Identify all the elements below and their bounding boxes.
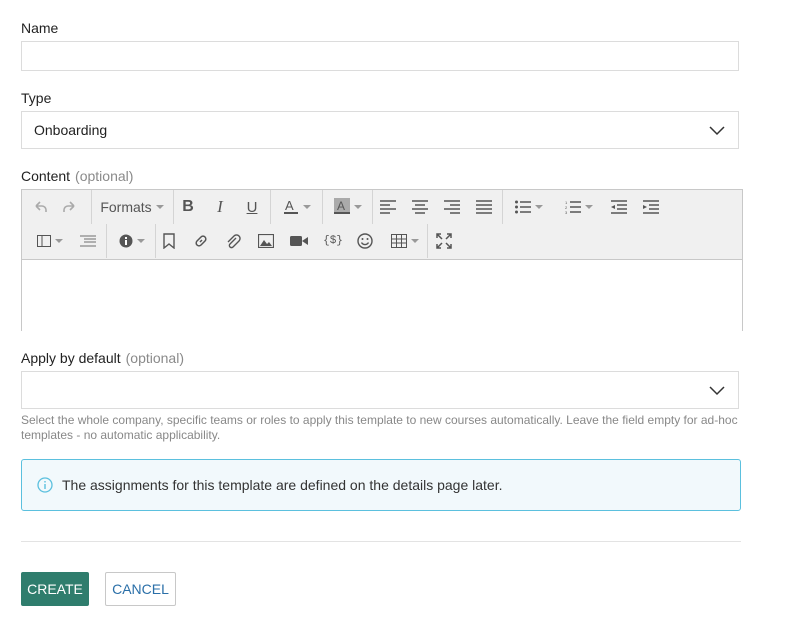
formats-dropdown[interactable]: Formats [97,190,167,224]
text-color-icon[interactable]: A [277,190,317,224]
name-label: Name [21,20,59,36]
rich-text-editor: Formats B I U A A 123 {$} [21,189,743,331]
bookmark-icon[interactable] [159,224,179,258]
list-icon[interactable] [78,224,98,258]
svg-text:A: A [337,199,345,213]
type-select-value: Onboarding [34,122,108,138]
divider [21,541,741,542]
redo-icon[interactable] [60,190,80,224]
editor-content-area[interactable] [22,259,742,331]
name-input[interactable] [21,41,739,71]
info-circle-icon [37,477,53,493]
outdent-icon[interactable] [609,190,629,224]
apply-select[interactable] [21,371,739,409]
link-icon[interactable] [191,224,211,258]
apply-label-text: Apply by default [21,350,121,366]
type-select[interactable]: Onboarding [21,111,739,149]
background-color-icon[interactable]: A [327,190,369,224]
chevron-down-icon [708,384,726,396]
emoji-icon[interactable] [355,224,375,258]
type-label: Type [21,90,52,106]
content-optional: (optional) [75,168,134,184]
apply-label: Apply by default (optional) [21,350,184,366]
content-label: Content (optional) [21,168,133,184]
variable-icon[interactable]: {$} [321,224,345,258]
table-icon[interactable] [387,224,423,258]
underline-icon[interactable]: U [242,190,262,224]
bullet-list-icon[interactable] [509,190,549,224]
svg-text:A: A [285,198,294,213]
cancel-button[interactable]: CANCEL [105,572,176,606]
apply-optional: (optional) [125,350,184,366]
video-icon[interactable] [289,224,309,258]
create-button[interactable]: CREATE [21,572,89,606]
italic-icon[interactable]: I [210,190,230,224]
formats-label: Formats [100,199,152,215]
fullscreen-icon[interactable] [434,224,454,258]
indent-icon[interactable] [641,190,661,224]
numbered-list-icon[interactable]: 123 [559,190,599,224]
align-center-icon[interactable] [410,190,430,224]
align-justify-icon[interactable] [474,190,494,224]
undo-icon[interactable] [30,190,50,224]
info-alert: The assignments for this template are de… [21,459,741,511]
align-left-icon[interactable] [378,190,398,224]
content-label-text: Content [21,168,71,184]
attachment-icon[interactable] [223,224,243,258]
align-right-icon[interactable] [442,190,462,224]
apply-help-text: Select the whole company, specific teams… [21,413,738,442]
bold-icon[interactable]: B [178,190,198,224]
image-icon[interactable] [256,224,276,258]
layout-icon[interactable] [32,224,68,258]
chevron-down-icon [708,124,726,136]
info-icon[interactable] [114,224,150,258]
info-text: The assignments for this template are de… [62,477,503,493]
svg-text:3: 3 [565,210,568,214]
